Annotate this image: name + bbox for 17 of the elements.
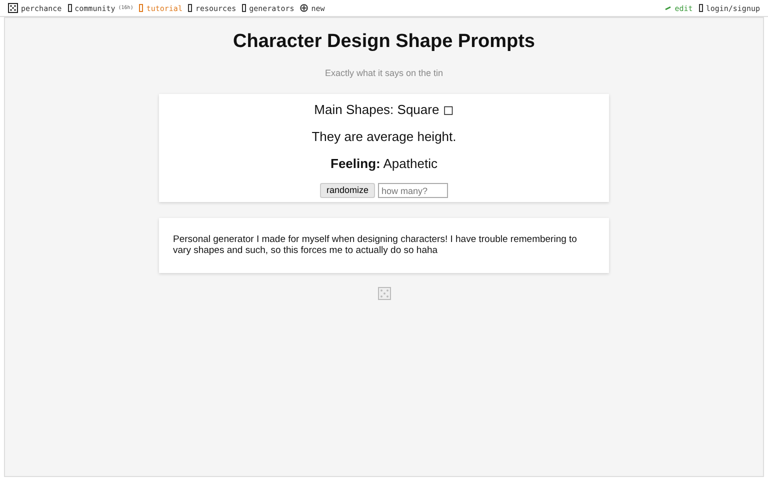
output-line: Feeling: Apathetic: [330, 156, 438, 172]
pencil-icon: [664, 6, 672, 10]
page-title: Character Design Shape Prompts: [233, 31, 535, 53]
box-icon: [698, 4, 703, 12]
box-icon: [188, 4, 192, 12]
output-line: Main Shapes: Square ◻: [314, 102, 454, 118]
output-line: They are average height.: [312, 129, 456, 145]
add-icon: [300, 4, 308, 12]
description-text: Personal generator I made for myself when designing characters! I have trouble remembering to vary shapes and such, so this forces me to actually do so haha: [173, 234, 578, 256]
box-icon: [68, 4, 72, 12]
count-field[interactable]: how many?: [378, 183, 448, 198]
page-subtitle: Exactly what it says on the tin: [324, 68, 444, 78]
box-icon: [139, 4, 144, 12]
randomize-button[interactable]: randomize: [320, 183, 375, 198]
dice-icon: [8, 3, 18, 13]
box-icon: [242, 4, 246, 12]
dice-icon: [378, 287, 390, 300]
